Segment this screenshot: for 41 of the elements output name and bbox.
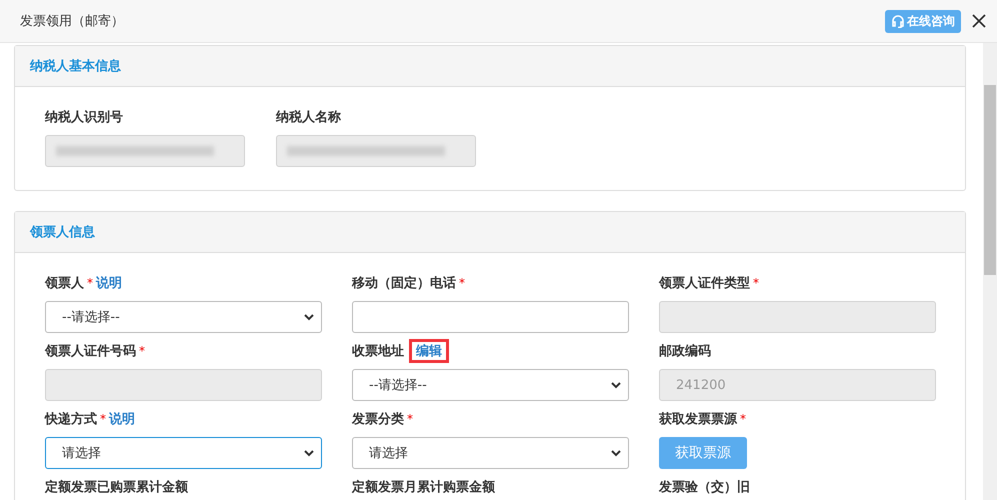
select-field[interactable]: 请选择: [352, 437, 629, 469]
window-title: 发票领用（邮寄）: [20, 13, 125, 30]
input-field[interactable]: [352, 301, 629, 333]
section-title: 纳税人基本信息: [30, 58, 121, 75]
field-label: 移动（固定）电话: [352, 274, 456, 292]
required-mark: *: [740, 412, 746, 426]
field-label: 纳税人名称: [276, 109, 341, 126]
field-label: 邮政编码: [659, 342, 711, 360]
required-mark: *: [139, 344, 145, 358]
required-mark: *: [407, 412, 413, 426]
section-title: 领票人信息: [30, 224, 95, 241]
field-label: 纳税人识别号: [45, 109, 123, 126]
required-mark: *: [753, 276, 759, 290]
scrollbar[interactable]: [983, 43, 997, 500]
field-label: 领票人证件号码: [45, 343, 136, 360]
field-label: 收票地址: [352, 343, 404, 360]
select-field[interactable]: 请选择: [45, 437, 322, 469]
field-label: 定额发票已购票累计金额: [45, 478, 188, 496]
edit-link[interactable]: 编辑: [409, 339, 449, 363]
headset-icon: [891, 14, 905, 28]
field-label: 领票人证件类型: [659, 275, 750, 292]
select-field[interactable]: --请选择--: [352, 369, 629, 401]
caret-icon: [304, 450, 314, 456]
help-link[interactable]: 说明: [96, 274, 122, 292]
required-mark: *: [100, 412, 106, 426]
fetch-source-button[interactable]: 获取票源: [659, 437, 747, 469]
select-field[interactable]: --请选择--: [45, 301, 322, 333]
field-label: 快递方式: [45, 410, 97, 428]
field-label: 定额发票月累计购票金额: [352, 478, 495, 496]
caret-icon: [304, 314, 314, 320]
required-mark: *: [459, 276, 465, 290]
field-label: 发票验（交）旧: [659, 478, 750, 496]
consult-button[interactable]: 在线咨询: [885, 10, 961, 32]
field-label: 领票人: [45, 275, 84, 292]
close-button[interactable]: [971, 13, 987, 29]
caret-icon: [611, 382, 621, 388]
field-label: 发票分类: [352, 411, 404, 428]
caret-icon: [611, 450, 621, 456]
field-label: 获取发票票源: [659, 411, 737, 428]
help-link[interactable]: 说明: [109, 410, 135, 428]
required-mark: *: [87, 276, 93, 290]
